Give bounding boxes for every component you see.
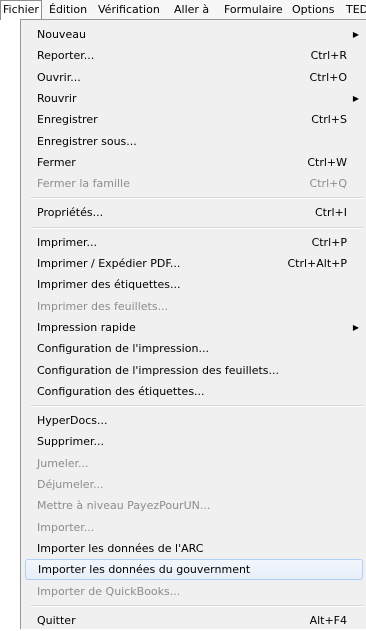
menu-item-label: HyperDocs...	[37, 414, 108, 428]
menu-formulaire[interactable]: Formulaire	[222, 0, 285, 20]
menu-item-label: Mettre à niveau PayezPourUN...	[37, 499, 211, 513]
menu-item-fermer-la-famille: Fermer la famille Ctrl+Q	[25, 173, 363, 194]
menu-item-shortcut: Ctrl+R	[310, 49, 347, 63]
menu-item-rouvrir[interactable]: Rouvrir ▶	[25, 88, 363, 109]
menu-item-hyperdocs[interactable]: HyperDocs...	[25, 410, 363, 431]
menu-item-label: Imprimer des étiquettes...	[37, 278, 181, 292]
menu-item-label: Quitter	[37, 613, 76, 627]
menu-item-label: Supprimer...	[37, 435, 104, 449]
menu-item-quitter[interactable]: Quitter Alt+F4	[25, 610, 363, 631]
menu-item-nouveau[interactable]: Nouveau ▶	[25, 24, 363, 45]
menu-ted[interactable]: TED	[344, 0, 366, 20]
menu-item-proprietes[interactable]: Propriétés... Ctrl+I	[25, 202, 363, 223]
menu-item-imprimer-expedier-pdf[interactable]: Imprimer / Expédier PDF... Ctrl+Alt+P	[25, 253, 363, 274]
submenu-arrow-icon: ▶	[352, 322, 359, 332]
menu-fichier[interactable]: Fichier	[0, 0, 42, 20]
menu-item-label: Enregistrer	[37, 113, 98, 127]
menu-item-shortcut: Ctrl+Q	[309, 177, 347, 191]
menu-item-dejumeler: Déjumeler...	[25, 474, 363, 495]
menu-item-label: Nouveau	[37, 28, 86, 41]
menu-item-imprimer[interactable]: Imprimer... Ctrl+P	[25, 232, 363, 253]
menu-verification[interactable]: Vérification	[96, 0, 162, 20]
menu-item-importer-de-quickbooks: Importer de QuickBooks...	[25, 581, 363, 602]
menu-item-label: Importer...	[37, 520, 95, 534]
menu-aller-a[interactable]: Aller à	[172, 0, 211, 20]
menu-item-label: Impression rapide	[37, 320, 136, 334]
menu-item-label: Importer de QuickBooks...	[37, 584, 181, 598]
menu-separator	[31, 405, 363, 408]
menu-item-fermer[interactable]: Fermer Ctrl+W	[25, 152, 363, 173]
menu-item-label: Fermer la famille	[37, 177, 130, 191]
menu-edition[interactable]: Édition	[47, 0, 89, 20]
menu-item-label: Jumeler...	[37, 456, 89, 470]
menu-options[interactable]: Options	[290, 0, 336, 20]
menu-item-shortcut: Ctrl+P	[311, 235, 347, 249]
menu-item-label: Propriétés...	[37, 206, 104, 220]
menu-item-label: Importer les données de l'ARC	[37, 541, 204, 555]
menu-separator	[31, 604, 363, 607]
fichier-dropdown-menu: Nouveau ▶ Reporter... Ctrl+R Ouvrir... Ctrl+O…	[20, 19, 366, 629]
menu-separator	[31, 197, 363, 200]
menu-item-shortcut: Ctrl+I	[314, 206, 347, 220]
menu-item-importer: Importer...	[25, 517, 363, 538]
menu-item-label: Importer les données du gouvernment	[38, 563, 251, 577]
menu-item-label: Configuration des étiquettes...	[37, 384, 205, 398]
menu-item-label: Enregistrer sous...	[37, 134, 137, 148]
menu-item-importer-les-donnees-de-l-arc[interactable]: Importer les données de l'ARC	[25, 538, 363, 559]
menu-item-label: Fermer	[37, 155, 76, 169]
menu-item-label: Rouvrir	[37, 91, 77, 105]
menu-item-label: Imprimer / Expédier PDF...	[37, 257, 181, 270]
menu-item-mettre-a-niveau-payezpourun: Mettre à niveau PayezPourUN...	[25, 495, 363, 516]
menu-item-importer-les-donnees-du-gouvernment[interactable]: Importer les données du gouvernment	[25, 559, 363, 581]
menu-item-label: Configuration de l'impression des feuill…	[37, 363, 279, 377]
menu-item-impression-rapide[interactable]: Impression rapide ▶	[25, 317, 363, 338]
menu-item-shortcut: Ctrl+O	[309, 70, 347, 84]
menu-item-enregistrer[interactable]: Enregistrer Ctrl+S	[25, 109, 363, 130]
menu-item-imprimer-des-etiquettes[interactable]: Imprimer des étiquettes...	[25, 274, 363, 295]
menu-item-imprimer-des-feuillets: Imprimer des feuillets...	[25, 296, 363, 317]
menu-item-shortcut: Ctrl+W	[307, 155, 347, 169]
menu-item-enregistrer-sous[interactable]: Enregistrer sous...	[25, 131, 363, 152]
menu-bar: Fichier Édition Vérification Aller à For…	[0, 0, 366, 20]
submenu-arrow-icon: ▶	[352, 30, 359, 39]
menu-item-shortcut: Ctrl+S	[311, 113, 347, 127]
menu-item-shortcut: Alt+F4	[309, 613, 347, 627]
menu-item-ouvrir[interactable]: Ouvrir... Ctrl+O	[25, 67, 363, 88]
menu-item-configuration-de-l-impression[interactable]: Configuration de l'impression...	[25, 338, 363, 359]
menu-item-supprimer[interactable]: Supprimer...	[25, 431, 363, 452]
menu-separator	[31, 226, 363, 229]
menu-item-jumeler: Jumeler...	[25, 453, 363, 474]
menu-item-reporter[interactable]: Reporter... Ctrl+R	[25, 45, 363, 66]
menu-item-configuration-des-etiquettes[interactable]: Configuration des étiquettes...	[25, 381, 363, 402]
menu-item-configuration-de-l-impression-des-feuillets[interactable]: Configuration de l'impression des feuill…	[25, 360, 363, 381]
submenu-arrow-icon: ▶	[352, 93, 359, 103]
menu-item-shortcut: Ctrl+Alt+P	[287, 257, 347, 270]
menu-item-label: Déjumeler...	[37, 478, 104, 491]
menu-item-label: Ouvrir...	[37, 70, 81, 84]
menu-item-label: Imprimer des feuillets...	[37, 299, 169, 313]
menu-item-label: Reporter...	[37, 49, 95, 63]
menu-item-label: Imprimer...	[37, 235, 98, 249]
menu-item-label: Configuration de l'impression...	[37, 342, 209, 356]
